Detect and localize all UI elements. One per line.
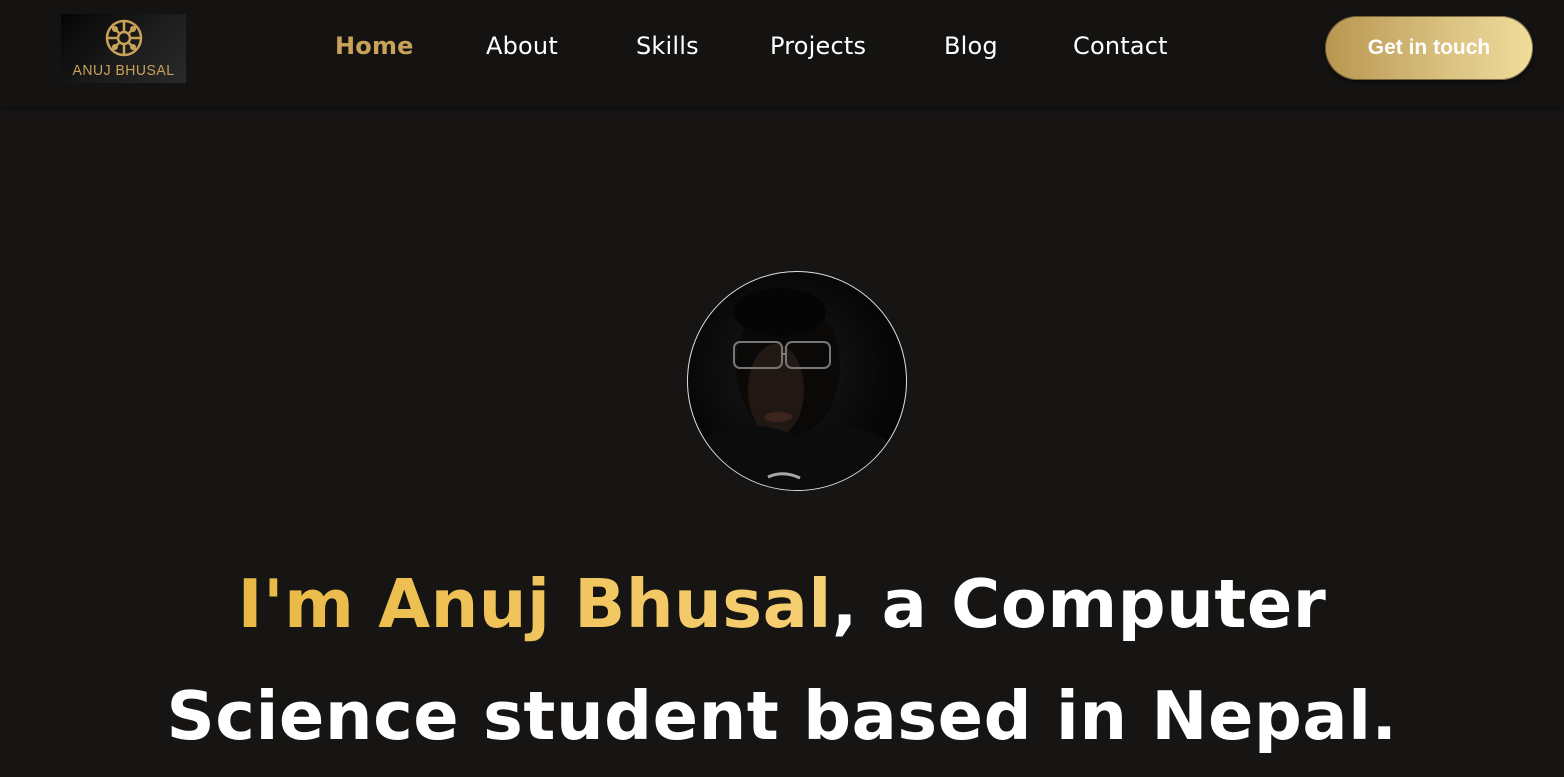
nav-link-projects[interactable]: Projects xyxy=(770,32,866,60)
nav-link-home[interactable]: Home xyxy=(335,32,414,60)
profile-photo-icon xyxy=(688,288,906,490)
nav-link-blog[interactable]: Blog xyxy=(944,32,998,60)
navbar: ANUJ BHUSAL Home About Skills Projects B… xyxy=(0,0,1564,106)
profile-avatar xyxy=(687,271,907,491)
hero-line1-rest: , a Computer xyxy=(831,565,1327,643)
hero-name: I'm Anuj Bhusal xyxy=(237,565,832,643)
logo-text: ANUJ BHUSAL xyxy=(72,61,175,79)
nav-link-contact[interactable]: Contact xyxy=(1073,32,1168,60)
hero-line2: Science student based in Nepal. xyxy=(166,677,1398,755)
logo[interactable]: ANUJ BHUSAL xyxy=(61,14,186,83)
hero-heading: I'm Anuj Bhusal, a Computer Science stud… xyxy=(0,548,1564,772)
nav-link-skills[interactable]: Skills xyxy=(636,32,699,60)
logo-emblem-icon xyxy=(105,19,143,57)
get-in-touch-button[interactable]: Get in touch xyxy=(1325,16,1533,80)
nav-link-about[interactable]: About xyxy=(486,32,558,60)
